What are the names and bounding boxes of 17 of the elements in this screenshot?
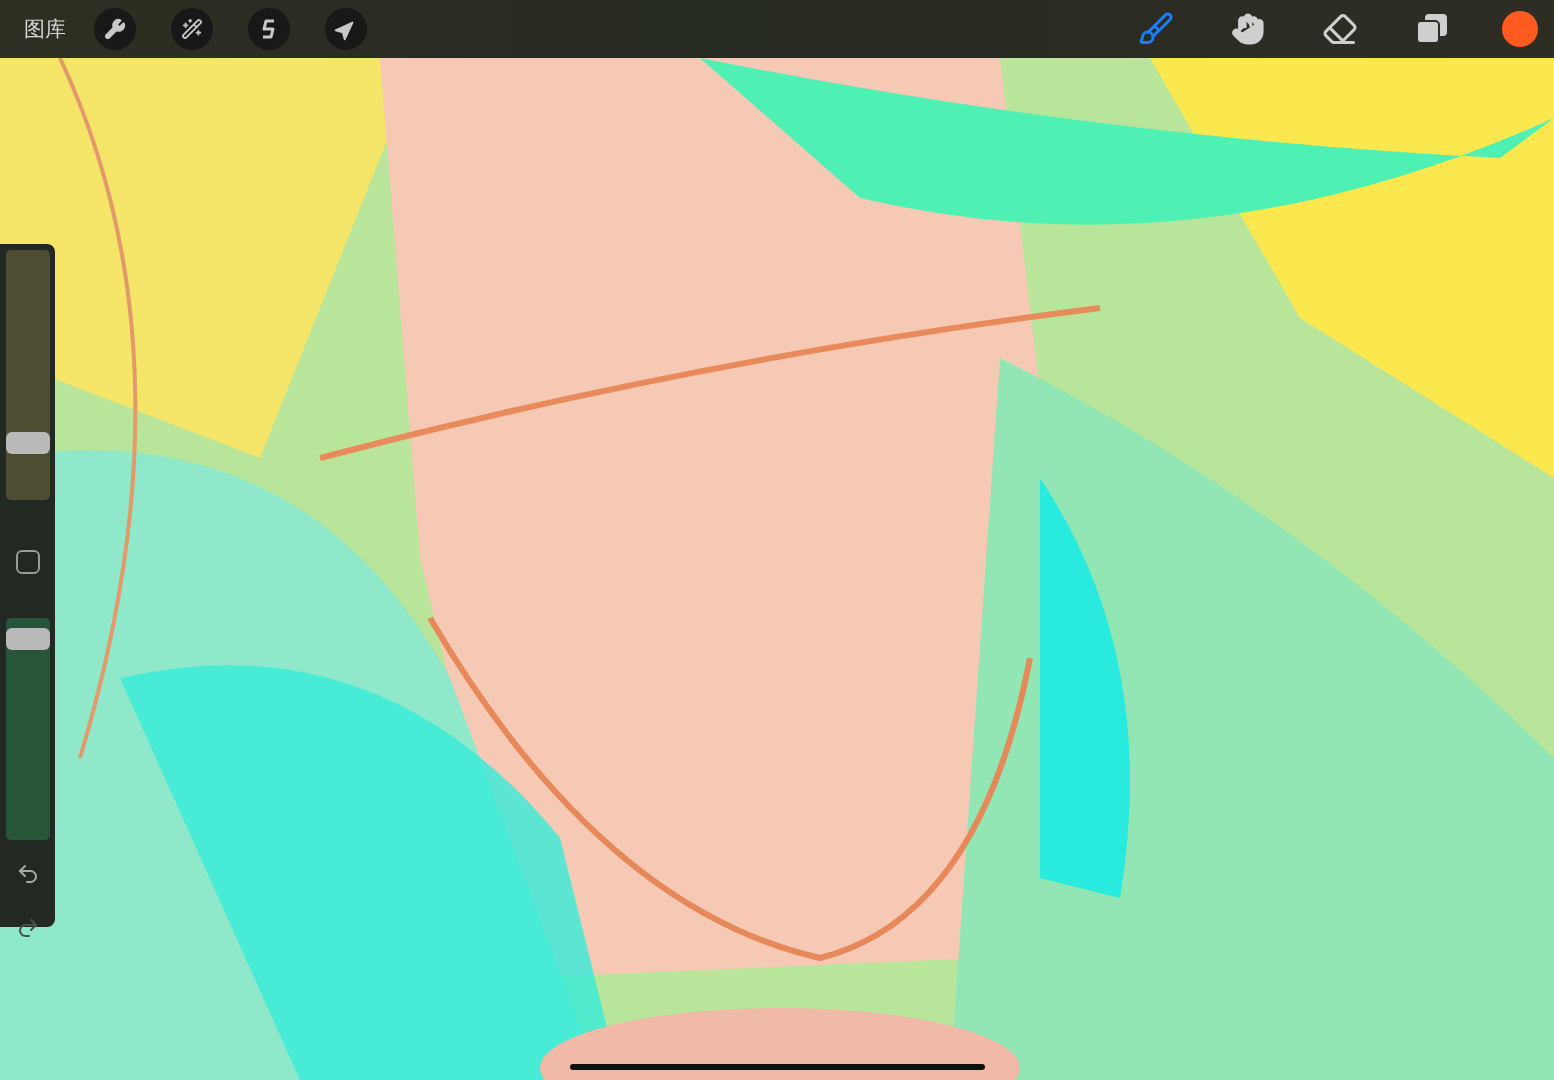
wrench-button[interactable] xyxy=(94,8,136,50)
brush-icon xyxy=(1138,11,1174,47)
hand-icon xyxy=(1231,12,1265,46)
wand-button[interactable] xyxy=(171,8,213,50)
modify-button[interactable] xyxy=(15,550,40,574)
wand-icon xyxy=(181,18,203,40)
color-swatch[interactable] xyxy=(1502,11,1538,47)
slider-thumb[interactable] xyxy=(5,432,50,455)
gallery-button[interactable]: 图库 xyxy=(24,15,66,43)
slider-thumb[interactable] xyxy=(5,628,50,650)
layers-icon xyxy=(1415,13,1449,45)
eraser-icon xyxy=(1322,11,1358,47)
opacity-slider[interactable] xyxy=(5,618,50,840)
wrench-icon xyxy=(104,18,126,40)
transform-button[interactable] xyxy=(325,8,367,50)
brush-size-slider[interactable] xyxy=(5,250,50,500)
selection-button[interactable] xyxy=(248,8,290,50)
